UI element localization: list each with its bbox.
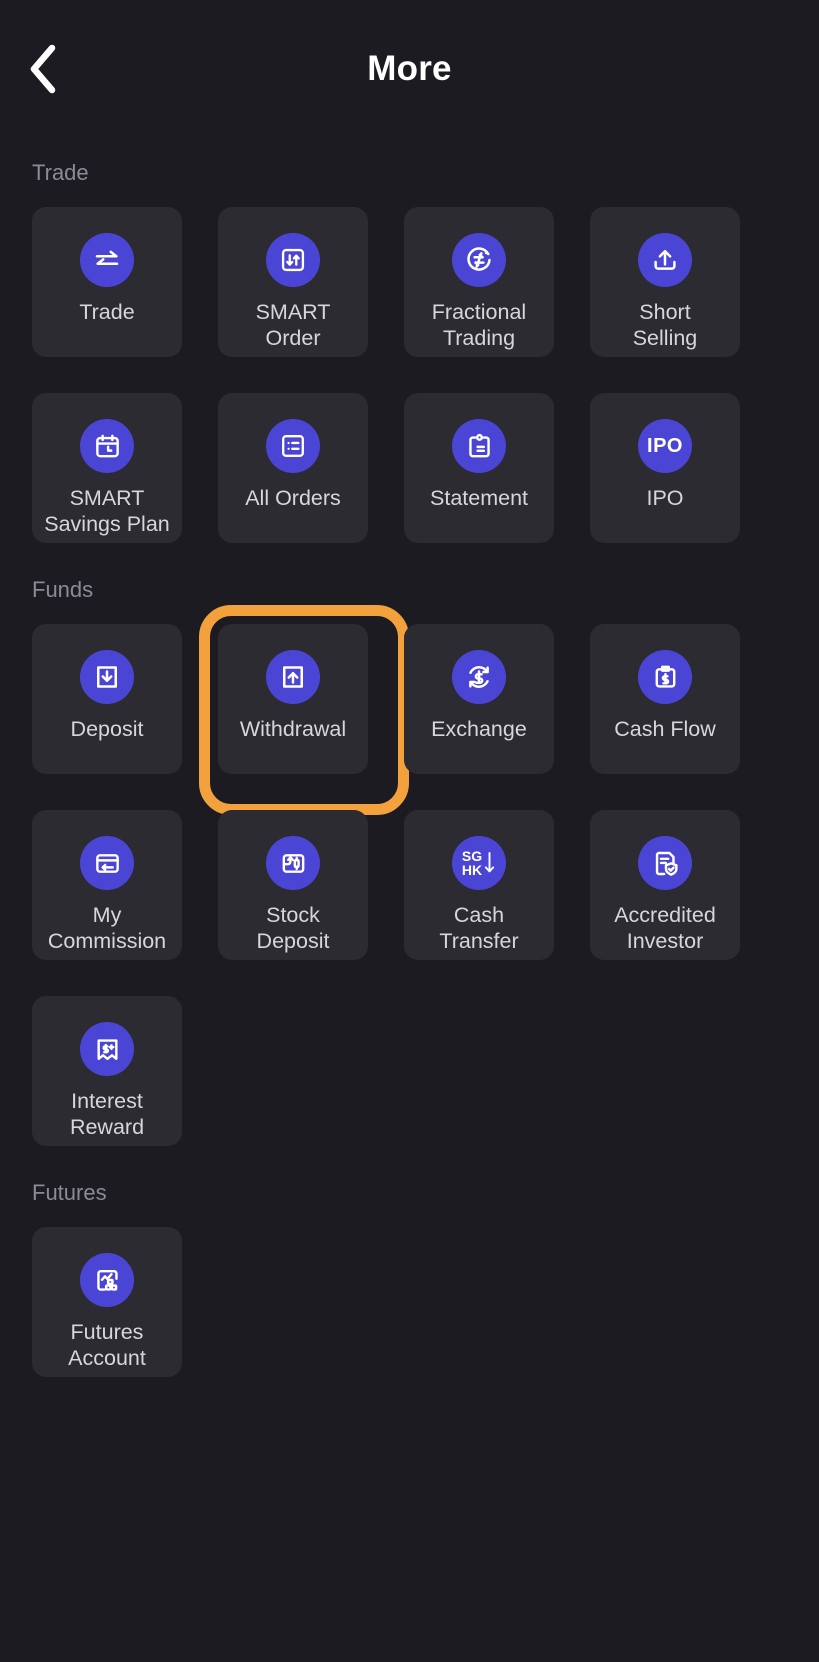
tile-fractional-trading[interactable]: Fractional Trading — [404, 207, 554, 357]
tile-label-deposit: Deposit — [70, 717, 144, 741]
tile-label-short-selling: Short Selling — [632, 300, 698, 350]
tile-label-interest-reward: Interest Reward — [69, 1089, 145, 1139]
tile-futures-account[interactable]: Futures Account — [32, 1227, 182, 1377]
tile-label-ipo: IPO — [646, 486, 684, 510]
tile-short-selling[interactable]: Short Selling — [590, 207, 740, 357]
tile-label-trade: Trade — [79, 300, 135, 324]
tile-deposit[interactable]: Deposit — [32, 624, 182, 774]
tile-label-statement: Statement — [430, 486, 528, 510]
tile-trade[interactable]: Trade — [32, 207, 182, 357]
stock-deposit-icon — [266, 836, 320, 890]
tile-label-withdrawal: Withdrawal — [239, 717, 347, 741]
cell-futures-account: Futures Account — [32, 1227, 182, 1377]
cell-cash-flow: Cash Flow — [590, 624, 740, 774]
tile-withdrawal[interactable]: Withdrawal — [218, 624, 368, 774]
back-button[interactable] — [12, 38, 74, 100]
upload-box-icon — [266, 650, 320, 704]
cell-interest-reward: Interest Reward — [32, 996, 182, 1146]
tile-label-my-commission: My Commission — [47, 903, 167, 953]
list-icon — [266, 419, 320, 473]
sections-container: Trade Trade SMART Order Fractional Trading S… — [0, 160, 819, 1377]
futures-chart-icon — [80, 1253, 134, 1307]
tile-my-commission[interactable]: My Commission — [32, 810, 182, 960]
tile-label-all-orders: All Orders — [245, 486, 341, 510]
cell-accredited-investor: Accredited Investor — [590, 810, 740, 960]
tile-exchange[interactable]: Exchange — [404, 624, 554, 774]
cell-my-commission: My Commission — [32, 810, 182, 960]
tile-label-fractional-trading: Fractional Trading — [431, 300, 527, 350]
currency-exchange-icon — [452, 650, 506, 704]
tile-label-exchange: Exchange — [431, 717, 527, 741]
section-title-funds: Funds — [32, 577, 94, 602]
document-shield-icon — [638, 836, 692, 890]
ipo-text-icon: IPO — [638, 419, 692, 473]
card-return-icon — [80, 836, 134, 890]
download-box-icon — [80, 650, 134, 704]
section-trade: Trade Trade SMART Order Fractional Trading S… — [0, 160, 819, 543]
cell-short-selling: Short Selling — [590, 207, 740, 357]
section-funds: Funds Deposit Withdrawal Exchange Cash Flow M… — [0, 577, 819, 1146]
tile-label-smart-order: SMART Order — [255, 300, 331, 350]
section-futures: Futures Futures Account — [0, 1180, 819, 1377]
tile-label-smart-savings-plan: SMART Savings Plan — [44, 486, 170, 536]
cell-fractional-trading: Fractional Trading — [404, 207, 554, 357]
tile-label-stock-deposit: Stock Deposit — [256, 903, 330, 953]
tile-all-orders[interactable]: All Orders — [218, 393, 368, 543]
tile-label-futures-account: Futures Account — [68, 1320, 146, 1370]
cell-cash-transfer: SG HK Cash Transfer — [404, 810, 554, 960]
more-screen: More Trade Trade SMART Order Fractional Tra… — [0, 0, 819, 1662]
tile-ipo[interactable]: IPO IPO — [590, 393, 740, 543]
section-title-futures: Futures — [32, 1180, 107, 1205]
upload-tray-icon — [638, 233, 692, 287]
tile-label-cash-transfer: Cash Transfer — [439, 903, 519, 953]
grid-funds: Deposit Withdrawal Exchange Cash Flow My Com… — [32, 605, 787, 1146]
tile-accredited-investor[interactable]: Accredited Investor — [590, 810, 740, 960]
tile-label-accredited-investor: Accredited Investor — [614, 903, 716, 953]
page-title: More — [367, 49, 452, 88]
tile-label-cash-flow: Cash Flow — [614, 717, 716, 741]
chevron-left-icon — [26, 43, 60, 95]
cell-stock-deposit: Stock Deposit — [218, 810, 368, 960]
cell-exchange: Exchange — [404, 624, 554, 774]
calendar-clock-icon — [80, 419, 134, 473]
clipboard-dollar-icon — [638, 650, 692, 704]
grid-trade: Trade SMART Order Fractional Trading Short … — [32, 207, 787, 543]
tile-cash-transfer[interactable]: SG HK Cash Transfer — [404, 810, 554, 960]
cell-ipo: IPO IPO — [590, 393, 740, 543]
page-header: More — [0, 0, 819, 138]
cell-deposit: Deposit — [32, 624, 182, 774]
tile-stock-deposit[interactable]: Stock Deposit — [218, 810, 368, 960]
tile-smart-savings-plan[interactable]: SMART Savings Plan — [32, 393, 182, 543]
tile-interest-reward[interactable]: Interest Reward — [32, 996, 182, 1146]
section-title-trade: Trade — [32, 160, 89, 185]
clipboard-icon — [452, 419, 506, 473]
cell-trade: Trade — [32, 207, 182, 357]
sg-hk-transfer-icon: SG HK — [452, 836, 506, 890]
transfer-arrows-icon — [80, 233, 134, 287]
tile-smart-order[interactable]: SMART Order — [218, 207, 368, 357]
cell-smart-order: SMART Order — [218, 207, 368, 357]
cell-withdrawal: Withdrawal — [199, 605, 409, 815]
smart-order-icon — [266, 233, 320, 287]
cell-all-orders: All Orders — [218, 393, 368, 543]
tile-cash-flow[interactable]: Cash Flow — [590, 624, 740, 774]
tile-statement[interactable]: Statement — [404, 393, 554, 543]
reward-banner-icon — [80, 1022, 134, 1076]
grid-futures: Futures Account — [32, 1227, 787, 1377]
cell-smart-savings-plan: SMART Savings Plan — [32, 393, 182, 543]
fractional-circle-icon — [452, 233, 506, 287]
cell-statement: Statement — [404, 393, 554, 543]
